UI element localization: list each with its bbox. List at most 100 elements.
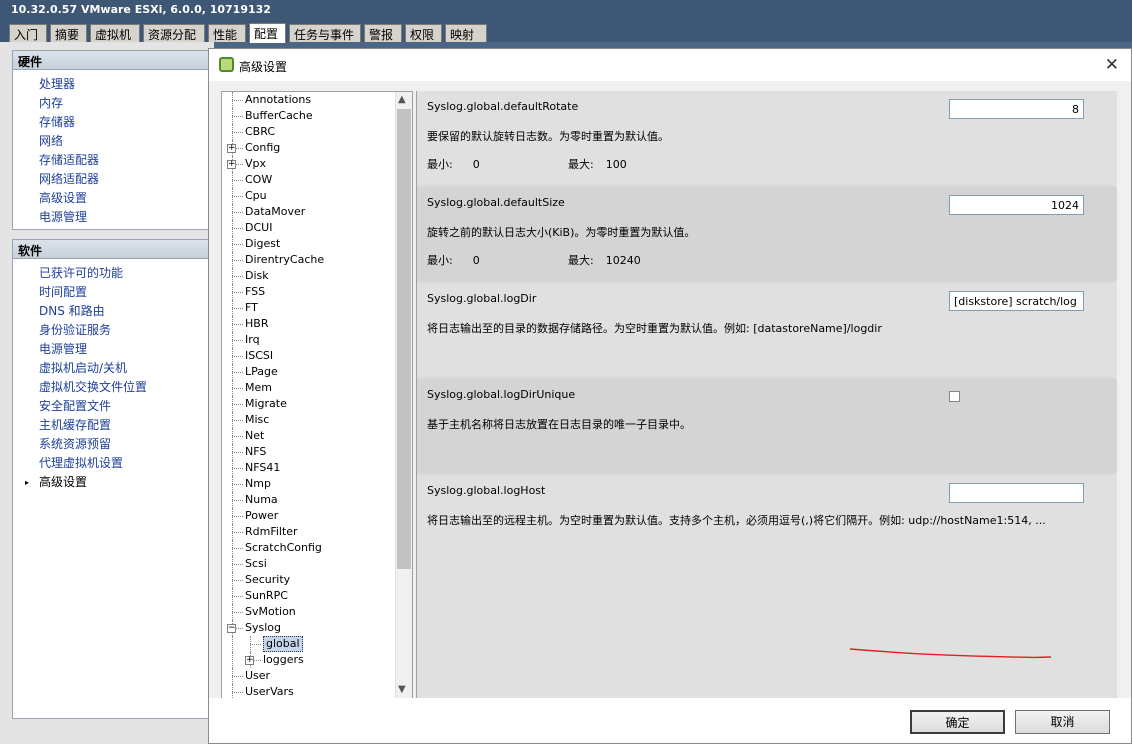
tree-node[interactable]: SunRPC bbox=[222, 588, 396, 604]
setting-min: 最小: 0 bbox=[427, 156, 480, 172]
tab-8[interactable]: 权限 bbox=[405, 24, 442, 42]
tree-node[interactable]: Power bbox=[222, 508, 396, 524]
tab-7[interactable]: 警报 bbox=[364, 24, 402, 42]
hardware-link[interactable]: 电源管理 bbox=[13, 208, 213, 227]
software-link[interactable]: 已获许可的功能 bbox=[13, 264, 213, 283]
software-link[interactable]: DNS 和路由 bbox=[13, 302, 213, 321]
setting-min-label: 最小: bbox=[427, 158, 453, 171]
tab-9[interactable]: 映射 bbox=[445, 24, 487, 42]
software-link[interactable]: 虚拟机交换文件位置 bbox=[13, 378, 213, 397]
tree-node[interactable]: NFS41 bbox=[222, 460, 396, 476]
tree-node-label: RdmFilter bbox=[245, 525, 298, 538]
setting-name: Syslog.global.logHost bbox=[427, 484, 546, 497]
tree-node[interactable]: ISCSI bbox=[222, 348, 396, 364]
tree-node[interactable]: RdmFilter bbox=[222, 524, 396, 540]
tree-node[interactable]: SvMotion bbox=[222, 604, 396, 620]
tab-2[interactable]: 虚拟机 bbox=[90, 24, 140, 42]
tree-node[interactable]: CBRC bbox=[222, 124, 396, 140]
hardware-link[interactable]: 存储器 bbox=[13, 113, 213, 132]
tree-node[interactable]: Disk bbox=[222, 268, 396, 284]
software-link[interactable]: 高级设置 bbox=[13, 473, 213, 492]
software-link[interactable]: 身份验证服务 bbox=[13, 321, 213, 340]
tree-node[interactable]: FSS bbox=[222, 284, 396, 300]
tree-node-label: Security bbox=[245, 573, 291, 586]
collapse-icon[interactable]: − bbox=[227, 624, 236, 633]
hardware-link[interactable]: 处理器 bbox=[13, 75, 213, 94]
tree-node[interactable]: User bbox=[222, 668, 396, 684]
hardware-link[interactable]: 高级设置 bbox=[13, 189, 213, 208]
advanced-settings-dialog: 高级设置 ✕ Annotations BufferCache CBRC + Config… bbox=[208, 48, 1132, 744]
software-header: 软件 bbox=[13, 240, 213, 259]
tree-scrollbar[interactable]: ▲ ▼ bbox=[395, 92, 412, 699]
tree-node[interactable]: ScratchConfig bbox=[222, 540, 396, 556]
tree-node[interactable]: Scsi bbox=[222, 556, 396, 572]
scroll-thumb[interactable] bbox=[397, 109, 411, 569]
hardware-link[interactable]: 内存 bbox=[13, 94, 213, 113]
software-link[interactable]: 虚拟机启动/关机 bbox=[13, 359, 213, 378]
tree-node-label: DataMover bbox=[245, 205, 306, 218]
scroll-up-icon[interactable]: ▲ bbox=[398, 94, 406, 105]
tree-node-label: Power bbox=[245, 509, 279, 522]
tree-node[interactable]: Numa bbox=[222, 492, 396, 508]
tree-node[interactable]: Security bbox=[222, 572, 396, 588]
tree-node[interactable]: Net bbox=[222, 428, 396, 444]
tab-5[interactable]: 配置 bbox=[249, 23, 286, 43]
tree-node[interactable]: Nmp bbox=[222, 476, 396, 492]
tree-node[interactable]: DCUI bbox=[222, 220, 396, 236]
software-link[interactable]: 代理虚拟机设置 bbox=[13, 454, 213, 473]
hardware-link[interactable]: 网络 bbox=[13, 132, 213, 151]
setting-checkbox[interactable] bbox=[949, 391, 960, 402]
tree-node[interactable]: Mem bbox=[222, 380, 396, 396]
tab-1[interactable]: 摘要 bbox=[50, 24, 87, 42]
tree-node[interactable]: Misc bbox=[222, 412, 396, 428]
hardware-header: 硬件 bbox=[13, 51, 213, 70]
setting-value-input[interactable] bbox=[949, 99, 1084, 119]
tree-node[interactable]: DirentryCache bbox=[222, 252, 396, 268]
software-link[interactable]: 时间配置 bbox=[13, 283, 213, 302]
tree-node[interactable]: + Vpx bbox=[222, 156, 396, 172]
tree-node[interactable]: HBR bbox=[222, 316, 396, 332]
tree-node[interactable]: Cpu bbox=[222, 188, 396, 204]
tree-node-label: DirentryCache bbox=[245, 253, 325, 266]
software-link[interactable]: 安全配置文件 bbox=[13, 397, 213, 416]
tree-node[interactable]: Irq bbox=[222, 332, 396, 348]
tree-node[interactable]: BufferCache bbox=[222, 108, 396, 124]
ok-button[interactable]: 确定 bbox=[910, 710, 1005, 734]
tab-0[interactable]: 入门 bbox=[9, 24, 47, 42]
tree-node[interactable]: COW bbox=[222, 172, 396, 188]
tree-node-label: User bbox=[245, 669, 271, 682]
tree-node[interactable]: DataMover bbox=[222, 204, 396, 220]
tab-4[interactable]: 性能 bbox=[208, 24, 246, 42]
tree-node-label: CBRC bbox=[245, 125, 276, 138]
software-section: 软件 已获许可的功能 时间配置 DNS 和路由 身份验证服务 电源管理 虚拟机启动/关机虚… bbox=[12, 239, 214, 719]
tree-node[interactable]: Migrate bbox=[222, 396, 396, 412]
tree-node[interactable]: LPage bbox=[222, 364, 396, 380]
setting-value-input[interactable] bbox=[949, 483, 1084, 503]
expand-icon[interactable]: + bbox=[227, 160, 236, 169]
software-link[interactable]: 系统资源预留 bbox=[13, 435, 213, 454]
setting-min-value: 0 bbox=[472, 254, 480, 267]
setting-value-input[interactable] bbox=[949, 195, 1084, 215]
dialog-title: 高级设置 bbox=[239, 60, 288, 74]
software-link[interactable]: 主机缓存配置 bbox=[13, 416, 213, 435]
scroll-down-icon[interactable]: ▼ bbox=[398, 684, 406, 695]
close-icon[interactable]: ✕ bbox=[1105, 55, 1119, 75]
hardware-link[interactable]: 存储适配器 bbox=[13, 151, 213, 170]
expand-icon[interactable]: + bbox=[227, 144, 236, 153]
tree-node[interactable]: Annotations bbox=[222, 92, 396, 108]
tab-6[interactable]: 任务与事件 bbox=[289, 24, 361, 42]
expand-icon[interactable]: + bbox=[245, 656, 254, 665]
tree-node[interactable]: FT bbox=[222, 300, 396, 316]
tree-node[interactable]: + loggers bbox=[222, 652, 396, 668]
software-link[interactable]: 电源管理 bbox=[13, 340, 213, 359]
setting-value-input[interactable] bbox=[949, 291, 1084, 311]
tree-node[interactable]: NFS bbox=[222, 444, 396, 460]
tree-node-label: NFS41 bbox=[245, 461, 281, 474]
cancel-button[interactable]: 取消 bbox=[1015, 710, 1110, 734]
tree-node[interactable]: global bbox=[222, 636, 396, 652]
tree-node[interactable]: Digest bbox=[222, 236, 396, 252]
hardware-link[interactable]: 网络适配器 bbox=[13, 170, 213, 189]
tree-node[interactable]: + Config bbox=[222, 140, 396, 156]
tree-node[interactable]: − Syslog bbox=[222, 620, 396, 636]
tab-3[interactable]: 资源分配 bbox=[143, 24, 205, 42]
